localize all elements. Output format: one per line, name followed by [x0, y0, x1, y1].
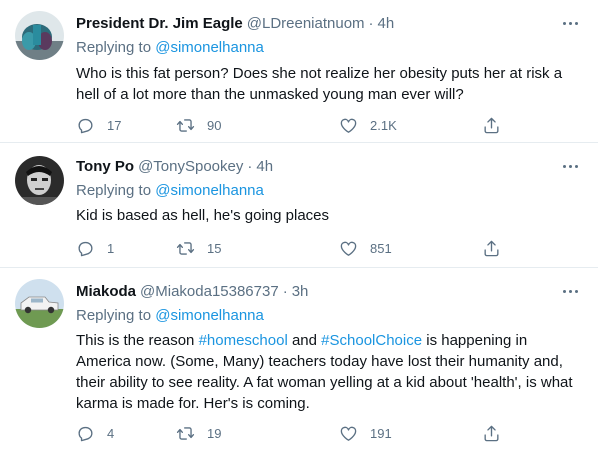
tweet-header: Tony Po @TonySpookey · 4h	[76, 157, 273, 177]
like-count: 2.1K	[370, 117, 397, 133]
avatar-image-icon	[15, 156, 64, 205]
retweet-icon	[176, 118, 195, 132]
reply-count: 1	[107, 240, 115, 256]
replying-to-label: Replying to	[76, 307, 152, 324]
reply-count: 4	[107, 425, 115, 441]
retweet-count: 15	[207, 240, 222, 256]
display-name[interactable]: Tony Po	[76, 158, 134, 175]
retweet-icon	[176, 426, 195, 440]
display-name[interactable]: Miakoda	[76, 283, 136, 300]
tweet-time[interactable]: 3h	[292, 283, 309, 300]
avatar-image-icon	[15, 11, 64, 60]
reply-count: 17	[107, 117, 122, 133]
dot-separator: ·	[368, 15, 374, 32]
tweet-header: President Dr. Jim Eagle @LDreeniatnuom · 4h	[76, 14, 394, 34]
like-button[interactable]: 851	[339, 237, 392, 259]
avatar[interactable]	[15, 156, 64, 205]
reply-button[interactable]: 17	[76, 114, 121, 136]
share-button[interactable]	[482, 237, 501, 259]
tweet-time[interactable]: 4h	[378, 15, 395, 32]
more-icon[interactable]	[560, 155, 582, 177]
retweet-button[interactable]: 90	[176, 114, 221, 136]
retweet-count: 90	[207, 117, 222, 133]
heart-icon	[340, 241, 357, 256]
tweet-text: This is the reason #homeschool and #Scho…	[76, 330, 582, 414]
share-icon	[484, 240, 499, 256]
more-icon[interactable]	[560, 280, 582, 302]
tweet-text-segment: This is the reason	[76, 332, 199, 349]
share-icon	[484, 425, 499, 441]
avatar-image-icon	[15, 279, 64, 328]
hashtag-link[interactable]: #SchoolChoice	[321, 332, 422, 349]
dot-separator: ·	[247, 158, 253, 175]
share-button[interactable]	[482, 114, 501, 136]
share-icon	[484, 117, 499, 133]
reply-button[interactable]: 4	[76, 422, 114, 444]
tweet[interactable]: Tony Po @TonySpookey · 4h Replying to @simo…	[0, 143, 598, 268]
tweet-actions: 1 15 851	[76, 237, 582, 259]
dot-separator: ·	[282, 283, 288, 300]
like-button[interactable]: 191	[339, 422, 392, 444]
mention-link[interactable]: @simonelhanna	[155, 39, 264, 56]
replying-to: Replying to @simonelhanna	[76, 306, 264, 326]
heart-icon	[340, 118, 357, 133]
user-handle[interactable]: @LDreeniatnuom	[247, 15, 365, 32]
avatar[interactable]	[15, 279, 64, 328]
tweet-time[interactable]: 4h	[256, 158, 273, 175]
more-icon[interactable]	[560, 12, 582, 34]
retweet-count: 19	[207, 425, 222, 441]
tweet-actions: 4 19 191	[76, 422, 582, 444]
replying-to-label: Replying to	[76, 182, 152, 199]
user-handle[interactable]: @TonySpookey	[138, 158, 243, 175]
retweet-button[interactable]: 15	[176, 237, 221, 259]
tweet[interactable]: Miakoda @Miakoda15386737 · 3h Replying to @…	[0, 268, 598, 450]
tweet-actions: 17 90 2.1K	[76, 114, 582, 136]
replying-to-label: Replying to	[76, 39, 152, 56]
share-button[interactable]	[482, 422, 501, 444]
mention-link[interactable]: @simonelhanna	[155, 307, 264, 324]
like-count: 851	[370, 240, 392, 256]
reply-button[interactable]: 1	[76, 237, 114, 259]
retweet-button[interactable]: 19	[176, 422, 221, 444]
reply-icon	[78, 118, 93, 133]
tweet-text-segment: and	[287, 332, 322, 349]
avatar[interactable]	[15, 11, 64, 60]
reply-icon	[78, 426, 93, 441]
replying-to: Replying to @simonelhanna	[76, 181, 264, 201]
retweet-icon	[176, 241, 195, 255]
like-button[interactable]: 2.1K	[339, 114, 397, 136]
display-name[interactable]: President Dr. Jim Eagle	[76, 15, 243, 32]
tweet-text: Kid is based as hell, he's going places	[76, 207, 330, 224]
reply-icon	[78, 241, 93, 256]
mention-link[interactable]: @simonelhanna	[155, 182, 264, 199]
tweet-text: Who is this fat person? Does she not rea…	[76, 65, 563, 103]
tweet-header: Miakoda @Miakoda15386737 · 3h	[76, 282, 308, 302]
heart-icon	[340, 426, 357, 441]
user-handle[interactable]: @Miakoda15386737	[140, 283, 279, 300]
replying-to: Replying to @simonelhanna	[76, 38, 264, 58]
tweet[interactable]: President Dr. Jim Eagle @LDreeniatnuom · 4h…	[0, 0, 598, 143]
hashtag-link[interactable]: #homeschool	[199, 332, 288, 349]
like-count: 191	[370, 425, 392, 441]
